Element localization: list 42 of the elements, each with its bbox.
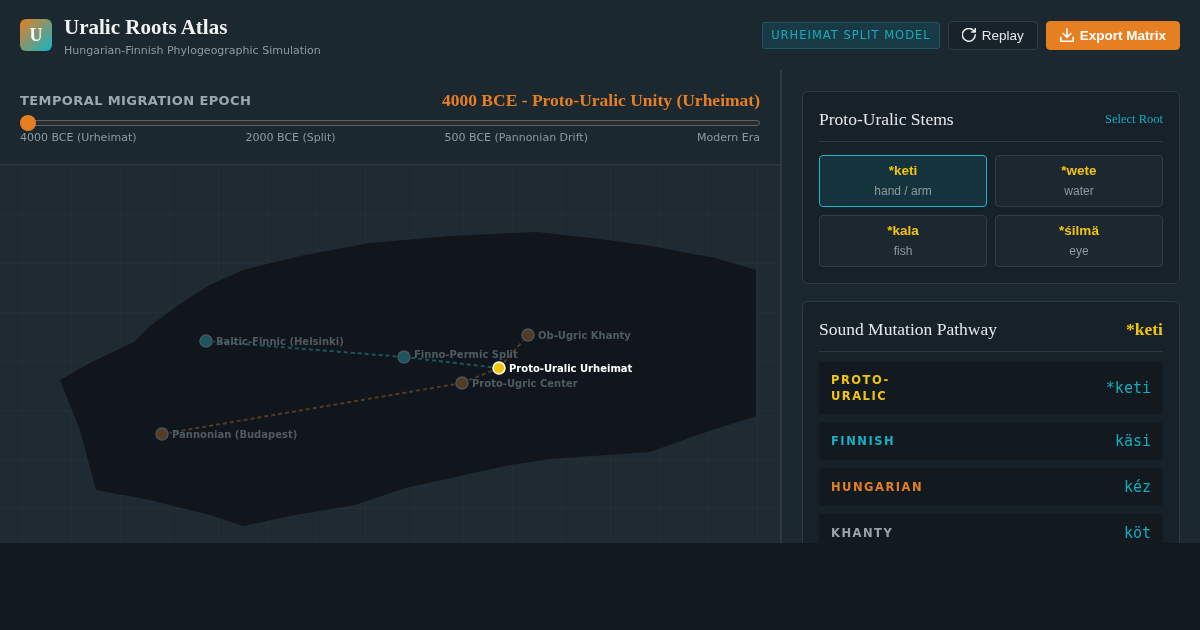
- model-tag: URHEIMAT SPLIT MODEL: [762, 21, 940, 49]
- epoch-slider[interactable]: [20, 115, 760, 131]
- app-title: Uralic Roots Atlas: [64, 15, 229, 39]
- word-form: köt: [1123, 524, 1151, 542]
- app-subtitle: Hungarian-Finnish Phylogeographic Simulation: [64, 44, 321, 58]
- tick-label: 4000 BCE (Urheimat): [20, 131, 137, 145]
- stem-option[interactable]: *śilmä eye: [995, 215, 1163, 267]
- site-label: Ob-Ugric Khanty: [538, 330, 631, 341]
- site-label: Finno-Permic Split: [414, 349, 518, 360]
- language-label: HUNGARIAN: [831, 479, 925, 495]
- site-label: Proto-Uralic Urheimat: [509, 363, 633, 374]
- site-marker-icon[interactable]: [455, 376, 469, 390]
- tick-label: 2000 BCE (Split): [245, 131, 336, 145]
- stem-option[interactable]: *kala fish: [819, 215, 987, 267]
- site-marker-icon[interactable]: [199, 334, 213, 348]
- replay-button[interactable]: Replay: [947, 20, 1038, 50]
- site-marker-icon[interactable]: [521, 328, 535, 342]
- word-form: *keti: [1105, 379, 1151, 397]
- site-marker-icon[interactable]: [397, 350, 411, 364]
- word-form: käsi: [1114, 432, 1151, 450]
- app-logo: U: [20, 19, 52, 51]
- download-icon: [1059, 28, 1074, 42]
- language-label: KHANTY: [831, 525, 895, 541]
- select-root-link[interactable]: Select Root: [1105, 111, 1163, 127]
- language-label: PROTO-URALIC: [831, 372, 891, 404]
- language-label: FINNISH: [831, 433, 897, 449]
- current-epoch: 4000 BCE - Proto-Uralic Unity (Urheimat): [441, 89, 760, 111]
- site-marker-icon[interactable]: [155, 427, 169, 441]
- site-label: Proto-Ugric Center: [472, 378, 578, 389]
- slider-thumb[interactable]: [20, 115, 36, 131]
- card-title: Proto-Uralic Stems: [819, 108, 954, 130]
- selected-root: *keti: [1126, 318, 1163, 340]
- tick-label: Modern Era: [697, 131, 760, 145]
- tick-label: 500 BCE (Pannonian Drift): [444, 131, 588, 145]
- stem-option[interactable]: *wete water: [995, 155, 1163, 207]
- card-title: Sound Mutation Pathway: [819, 318, 997, 340]
- word-form: kéz: [1123, 478, 1151, 496]
- site-label: Pannonian (Budapest): [172, 429, 298, 440]
- epoch-heading: TEMPORAL MIGRATION EPOCH: [20, 92, 252, 108]
- refresh-icon: [961, 28, 976, 42]
- stem-option[interactable]: *keti hand / arm: [819, 155, 987, 207]
- site-label: Baltic-Finnic (Helsinki): [216, 336, 344, 347]
